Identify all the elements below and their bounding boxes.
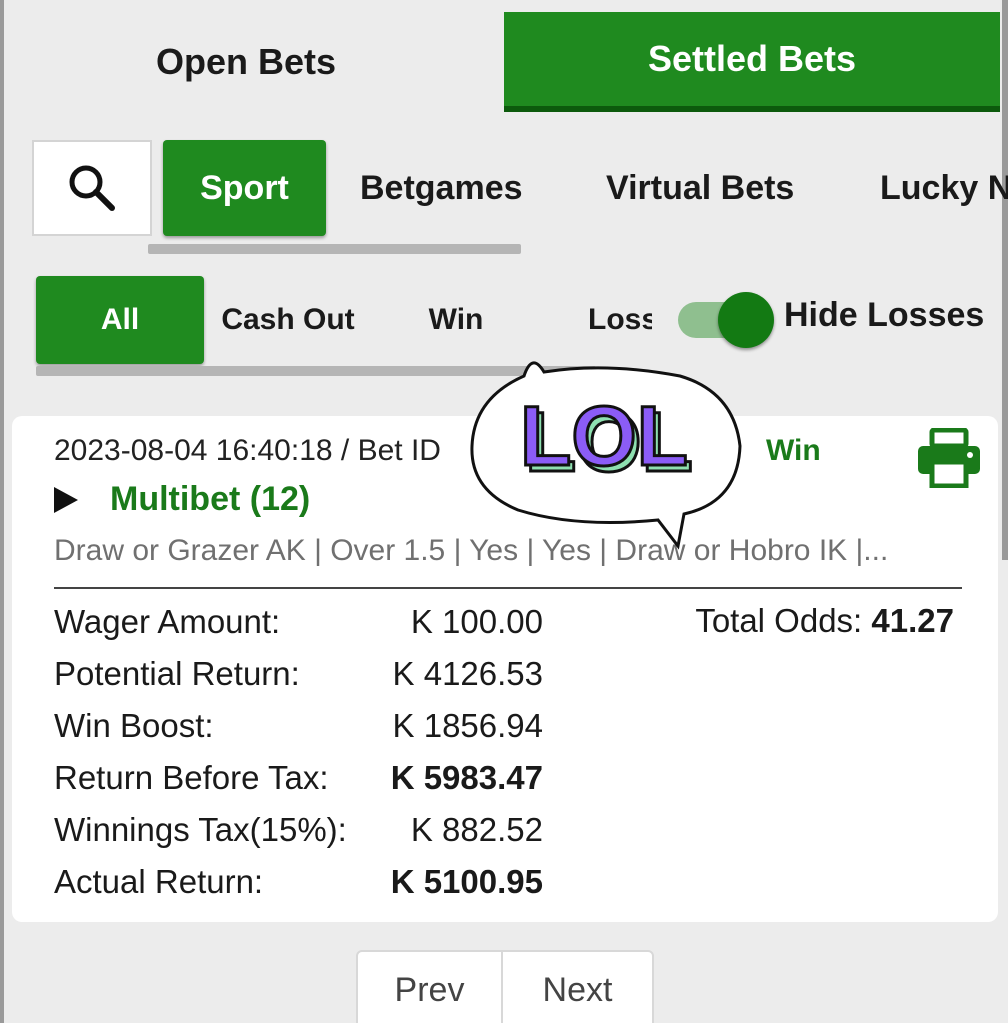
search-icon (69, 165, 115, 211)
category-lucky[interactable]: Lucky N (880, 140, 1008, 236)
play-icon (54, 486, 78, 513)
sticker-text: LOL (520, 389, 688, 483)
lol-sticker: LOL LOL (470, 361, 742, 550)
category-virtual-bets[interactable]: Virtual Bets (606, 140, 794, 236)
right-border (1002, 0, 1008, 560)
wager-amount-value: K 100.00 (410, 603, 543, 640)
bet-date-id: 2023-08-04 16:40:18 / Bet ID (54, 434, 441, 467)
multibet-label: Multibet (12) (110, 480, 311, 518)
printer-icon[interactable] (916, 428, 982, 488)
actual-return-label: Actual Return: (54, 863, 264, 900)
hide-losses-label: Hide Losses (784, 296, 985, 334)
win-boost-value: K 1856.94 (392, 707, 543, 744)
wager-amount-label: Wager Amount: (54, 603, 281, 640)
pagination: Prev Next (356, 950, 654, 1023)
category-scrollbar[interactable] (148, 244, 521, 254)
toggle-knob (718, 292, 774, 348)
winnings-tax-label: Winnings Tax(15%): (54, 811, 347, 848)
potential-return-value: K 4126.53 (392, 655, 543, 692)
return-before-tax-label: Return Before Tax: (54, 759, 329, 796)
actual-return-value: K 5100.95 (390, 863, 543, 900)
tab-settled-bets[interactable]: Settled Bets (504, 12, 1000, 112)
prev-button[interactable]: Prev (358, 952, 504, 1023)
hide-losses-toggle[interactable] (676, 292, 774, 348)
category-sport[interactable]: Sport (163, 140, 326, 236)
left-border (0, 0, 4, 1023)
return-before-tax-value: K 5983.47 (390, 759, 543, 796)
total-odds: Total Odds: 41.27 (695, 602, 954, 640)
win-boost-label: Win Boost: (54, 707, 214, 744)
bet-type-tabs: Open Bets Settled Bets (0, 0, 1008, 125)
search-button[interactable] (32, 140, 152, 236)
bet-status-badge: Win (766, 434, 821, 467)
winnings-tax-value: K 882.52 (410, 811, 543, 848)
next-button[interactable]: Next (503, 952, 652, 1023)
multibet-expander[interactable]: Multibet (12) (54, 480, 310, 519)
card-divider (54, 587, 962, 589)
total-odds-label: Total Odds: (695, 602, 863, 639)
filter-all[interactable]: All (36, 276, 204, 364)
category-betgames[interactable]: Betgames (360, 140, 523, 236)
total-odds-value: 41.27 (871, 602, 954, 639)
tab-open-bets[interactable]: Open Bets (0, 12, 492, 112)
filter-cash-out[interactable]: Cash Out (218, 276, 358, 364)
potential-return-label: Potential Return: (54, 655, 300, 692)
